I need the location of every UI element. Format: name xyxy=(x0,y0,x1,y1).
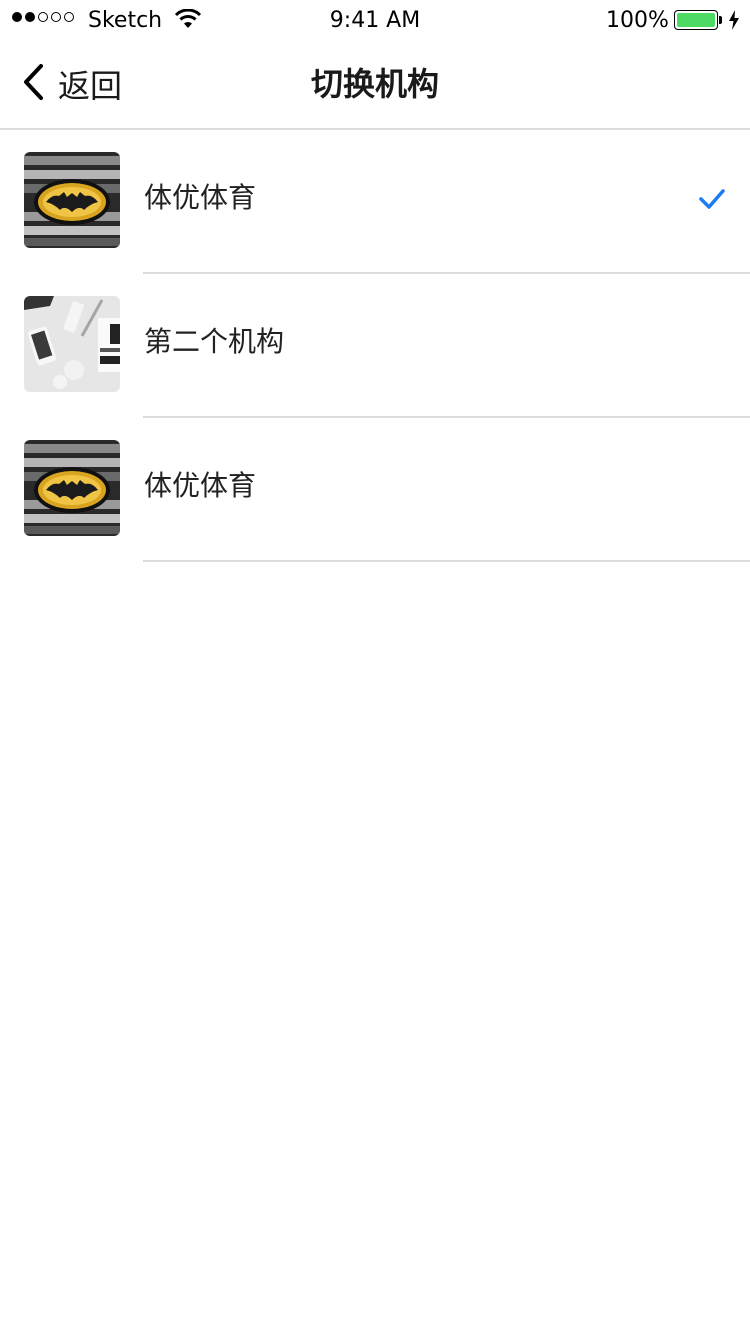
battery-percentage: 100% xyxy=(606,8,669,33)
organization-item[interactable]: 体优体育 xyxy=(0,130,750,274)
battery-icon xyxy=(674,10,718,30)
batman-grille-logo xyxy=(24,440,120,536)
organization-thumbnail xyxy=(24,440,120,536)
organization-thumbnail xyxy=(24,296,120,392)
charging-bolt-icon xyxy=(728,10,740,36)
desk-flatlay-photo xyxy=(24,296,120,392)
checkmark-icon xyxy=(698,188,726,214)
battery-level-fill xyxy=(677,13,715,27)
organization-item[interactable]: 第二个机构 xyxy=(0,274,750,418)
page-title: 切换机构 xyxy=(310,65,439,103)
battery-cap xyxy=(719,16,722,24)
row-divider xyxy=(143,560,750,562)
status-bar: Sketch 9:41 AM 100% xyxy=(0,0,750,40)
organization-item[interactable]: 体优体育 xyxy=(0,418,750,562)
organization-name: 体优体育 xyxy=(144,181,257,214)
batman-grille-logo xyxy=(24,152,120,248)
organization-name: 第二个机构 xyxy=(144,325,285,358)
organization-list: 体优体育 第二个机构 体优体育 xyxy=(0,130,750,562)
navigation-bar: 返回 切换机构 xyxy=(0,40,750,130)
organization-thumbnail xyxy=(24,152,120,248)
organization-name: 体优体育 xyxy=(144,469,257,502)
